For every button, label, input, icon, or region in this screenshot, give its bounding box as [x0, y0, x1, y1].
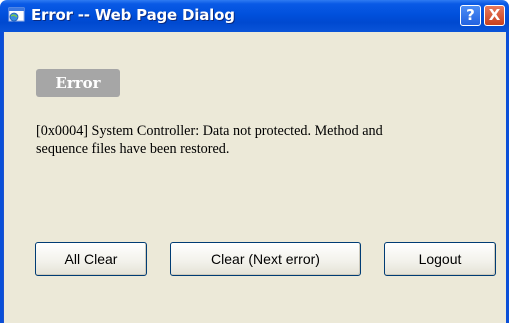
error-message-line-1: [0x0004] System Controller: Data not pro… — [36, 123, 383, 139]
help-icon[interactable]: ? — [460, 5, 481, 26]
title-bar[interactable]: Error -- Web Page Dialog ? X — [0, 0, 509, 32]
logout-button[interactable]: Logout — [384, 242, 496, 276]
error-dialog-window: Error -- Web Page Dialog ? X Error [0x00… — [0, 0, 509, 323]
error-badge: Error — [36, 69, 120, 97]
clear-next-error-button[interactable]: Clear (Next error) — [170, 242, 361, 276]
error-message: [0x0004] System Controller: Data not pro… — [36, 122, 496, 158]
web-page-icon — [8, 7, 25, 22]
close-icon[interactable]: X — [484, 5, 505, 26]
error-message-line-2: sequence files have been restored. — [36, 141, 230, 157]
all-clear-button[interactable]: All Clear — [35, 242, 147, 276]
window-title: Error -- Web Page Dialog — [31, 6, 235, 24]
